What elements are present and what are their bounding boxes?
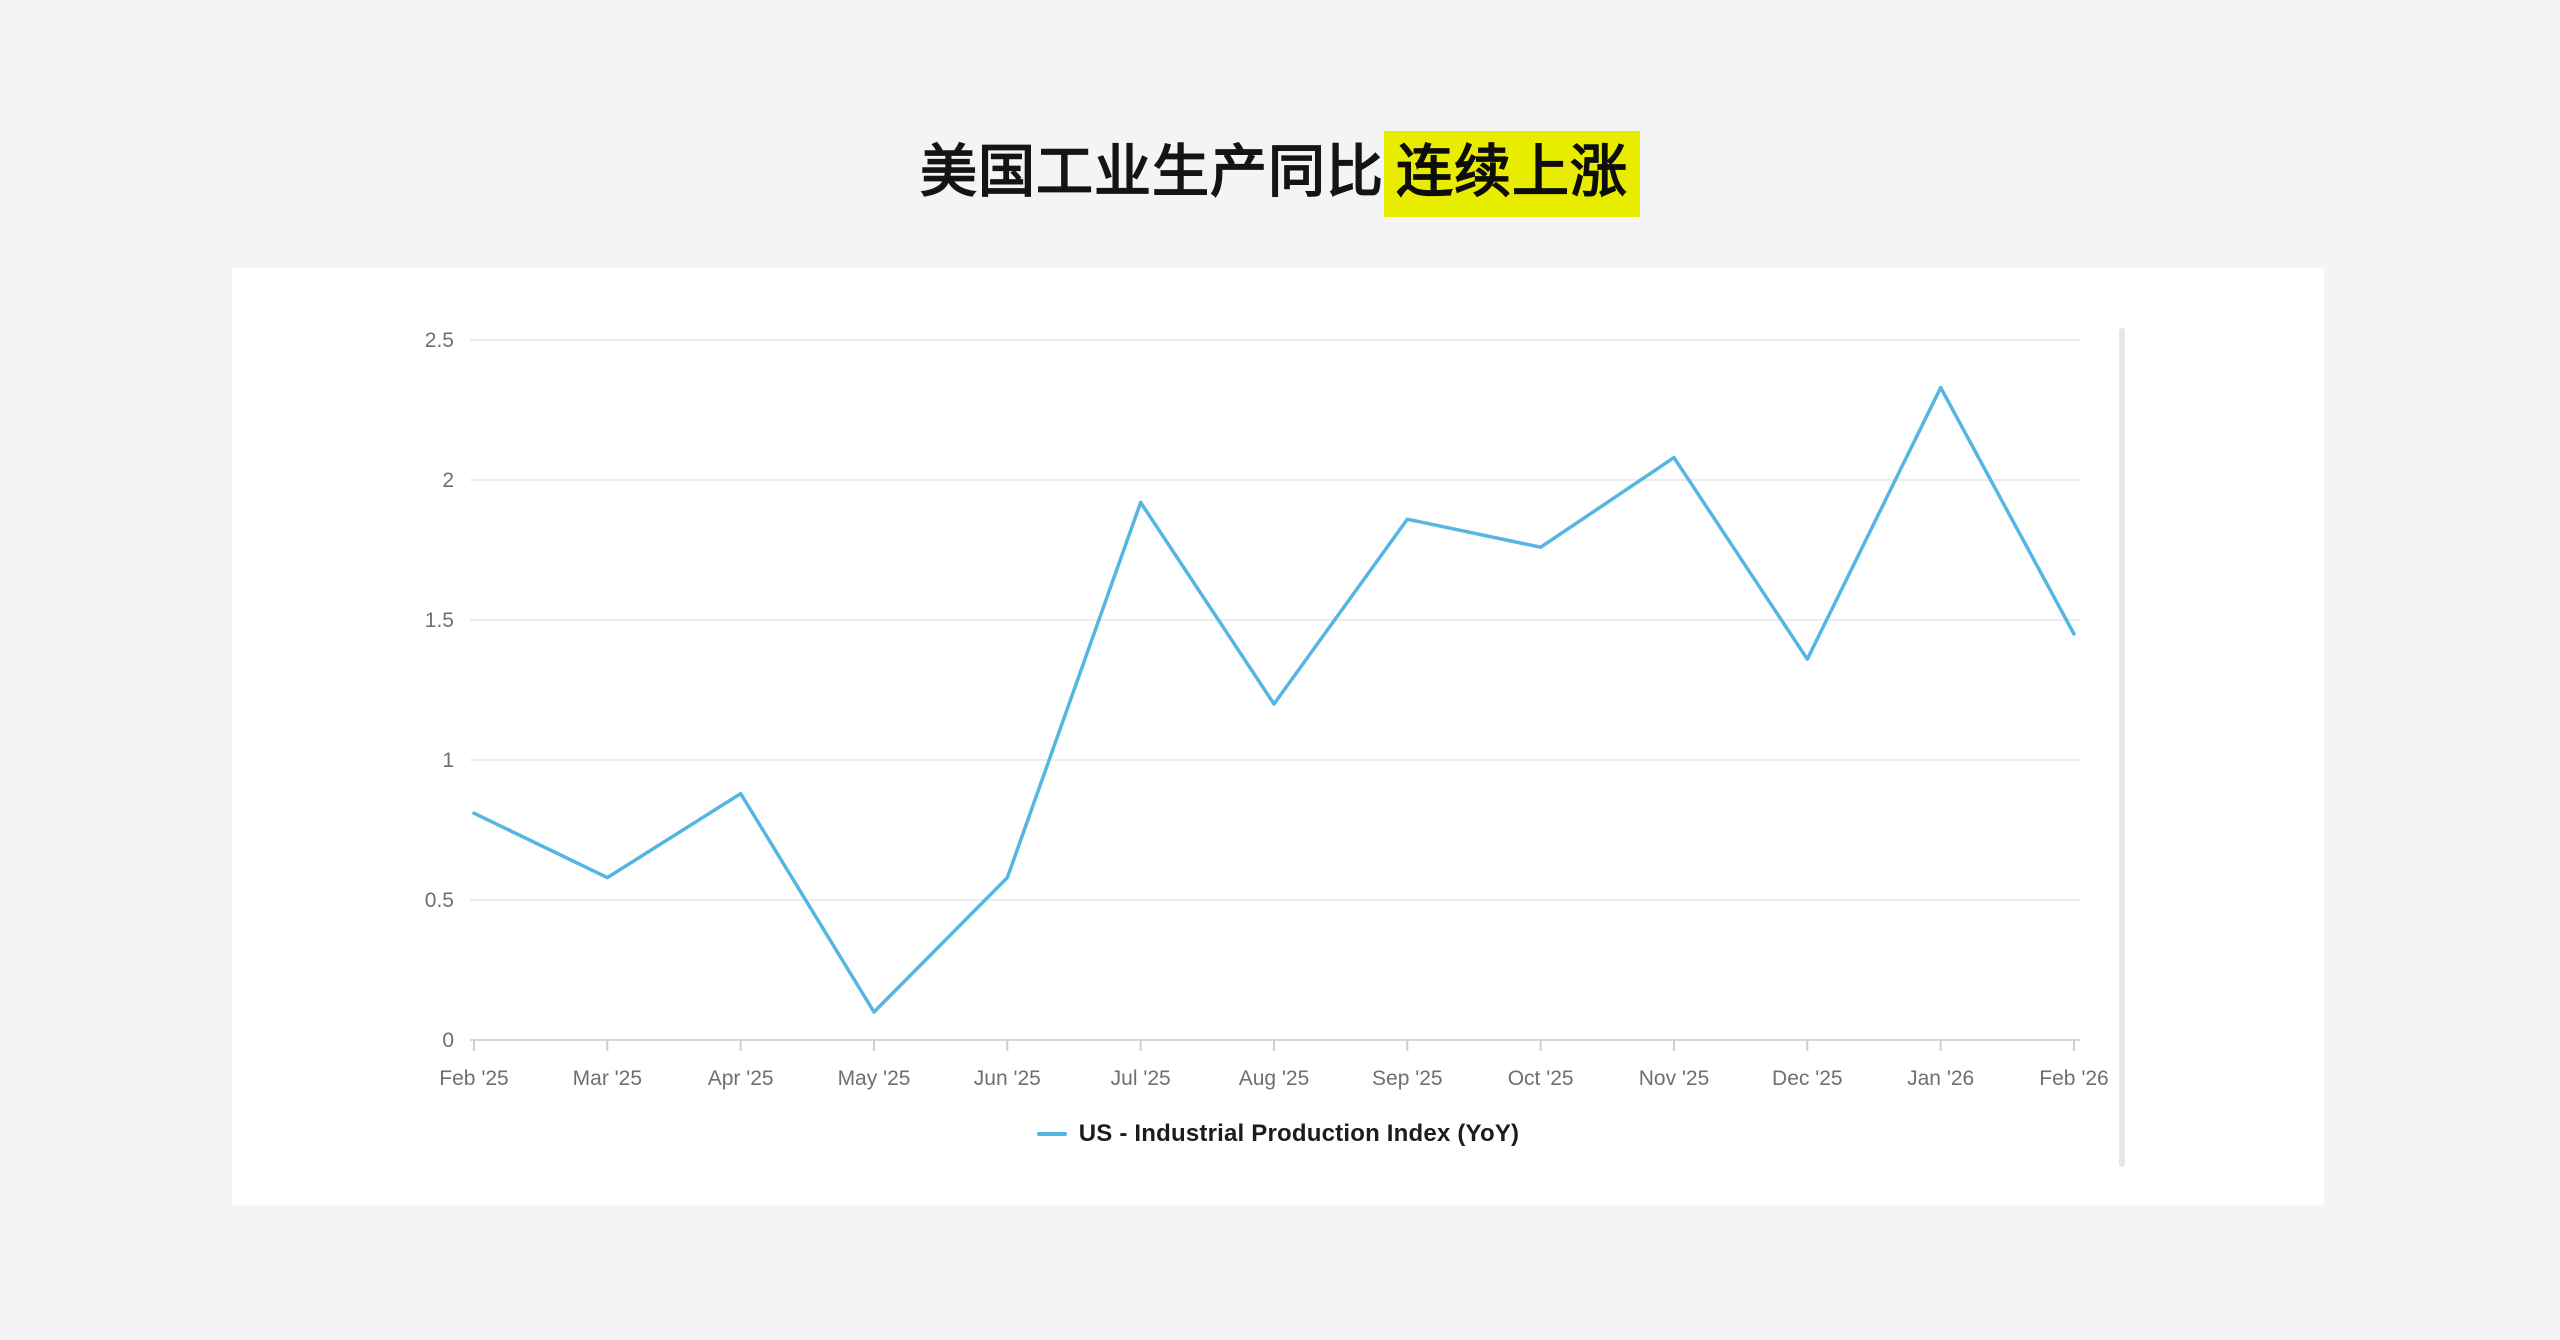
y-tick-label: 2.5 (425, 329, 454, 352)
title-highlight: 连续上涨 (1384, 131, 1640, 217)
y-tick-label: 0 (442, 1029, 454, 1052)
page-title: 美国工业生产同比连续上涨 (0, 126, 2560, 208)
x-tick-label: May '25 (838, 1067, 911, 1090)
legend-line-marker (1037, 1132, 1067, 1136)
x-tick-label: Feb '26 (2039, 1067, 2108, 1090)
y-tick-label: 2 (442, 469, 454, 492)
series-line (474, 388, 2074, 1012)
x-tick-label: Dec '25 (1772, 1067, 1843, 1090)
title-text: 美国工业生产同比 (920, 140, 1384, 204)
x-tick-label: Mar '25 (573, 1067, 642, 1090)
x-tick-label: Aug '25 (1239, 1067, 1310, 1090)
x-tick-label: Feb '25 (439, 1067, 508, 1090)
x-tick-label: Jul '25 (1111, 1067, 1171, 1090)
chart-scrollbar[interactable] (2119, 328, 2125, 1167)
chart-card: 0 0.5 1 1.5 2 2.5 Feb '25 Mar '25 Apr '25 May '25… (232, 268, 2324, 1205)
line-chart: 0 0.5 1 1.5 2 2.5 Feb '25 Mar '25 Apr '25 May '25… (232, 268, 2324, 1205)
x-tick-label: Nov '25 (1639, 1067, 1710, 1090)
x-tick-label: Oct '25 (1508, 1067, 1574, 1090)
y-tick-label: 0.5 (425, 889, 454, 912)
x-tick-label: Sep '25 (1372, 1067, 1443, 1090)
x-tick-label: Jan '26 (1907, 1067, 1974, 1090)
chart-legend[interactable]: US - Industrial Production Index (YoY) (232, 1120, 2324, 1148)
x-tick-label: Jun '25 (974, 1067, 1041, 1090)
y-tick-label: 1.5 (425, 609, 454, 632)
legend-label: US - Industrial Production Index (YoY) (1079, 1120, 1520, 1148)
y-tick-label: 1 (442, 749, 454, 772)
x-tick-label: Apr '25 (708, 1067, 774, 1090)
